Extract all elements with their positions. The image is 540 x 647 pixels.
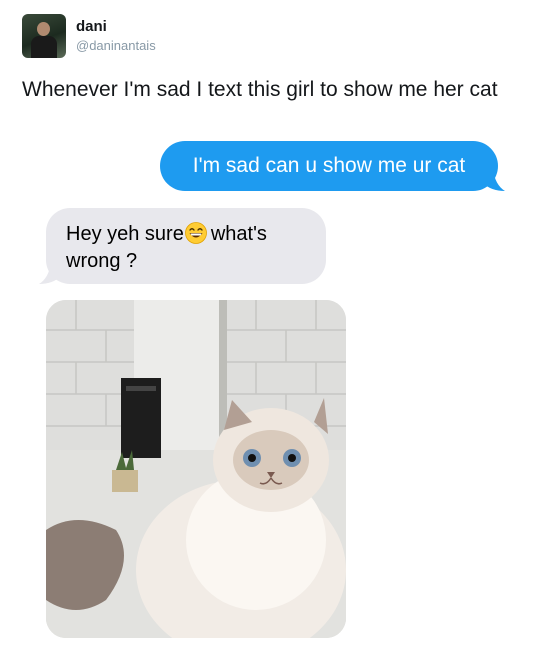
user-handle[interactable]: @daninantais	[76, 38, 156, 53]
sent-message-text: I'm sad can u show me ur cat	[192, 154, 466, 177]
received-bubble-tail	[39, 262, 61, 284]
received-message-text: Hey yeh sure	[66, 223, 184, 245]
cat-photo[interactable]	[46, 300, 346, 638]
sent-message-bubble: I'm sad can u show me ur cat	[160, 141, 505, 191]
cat-photo-image	[46, 300, 346, 638]
avatar[interactable]	[22, 14, 66, 58]
display-name[interactable]: dani	[76, 18, 107, 35]
sent-bubble-tail	[483, 169, 505, 191]
received-message-bubble: Hey yeh sure what's wrong ?	[39, 208, 326, 284]
tweet-text: Whenever I'm sad I text this girl to sho…	[22, 78, 498, 101]
grinning-face-emoji-icon	[184, 222, 207, 244]
